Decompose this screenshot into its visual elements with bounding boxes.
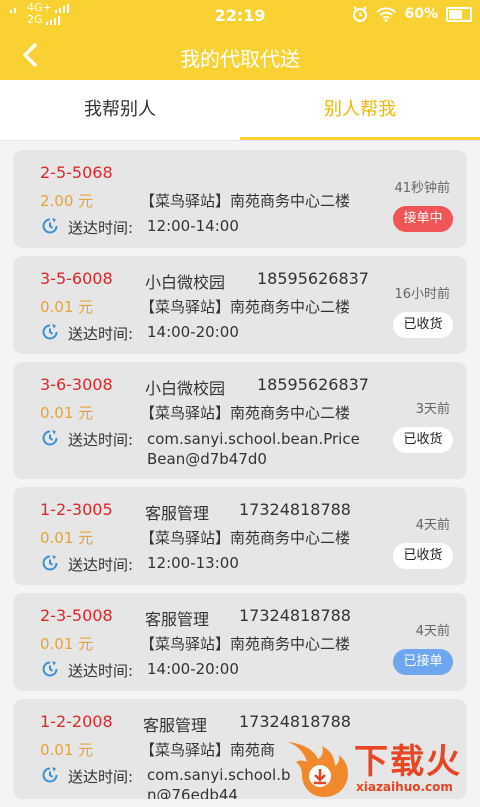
app-bar: 我的代取代送	[0, 30, 480, 80]
delivery-time-continued: n@76edb44	[147, 786, 238, 799]
tab-help-others[interactable]: 我帮别人	[0, 80, 240, 140]
delivery-time: com.sanyi.school.bean.PriceBean@d7b47d0	[147, 430, 360, 468]
recipient-name: 客服管理	[145, 504, 210, 523]
delivery-time-label: 送达时间:	[68, 219, 134, 237]
delivery-time-label: 送达时间:	[68, 768, 134, 786]
delivery-time: com.sanyi.school.b	[147, 766, 291, 784]
order-price: 0.01 元	[40, 635, 94, 653]
delivery-time-label: 送达时间:	[68, 431, 134, 449]
order-price: 0.01 元	[40, 298, 94, 316]
time-ago: 3天前	[415, 402, 450, 417]
alarm-icon	[353, 6, 368, 22]
order-card[interactable]: 2-5-5068 2.00 元 【菜鸟驿站】南苑商务中心二楼 送达时间: 12:…	[13, 150, 467, 248]
wifi-icon	[376, 6, 397, 22]
recipient-name: 小白微校园	[145, 379, 226, 398]
delivery-time-label: 送达时间:	[68, 325, 134, 343]
recipient-phone: 17324818788	[239, 712, 351, 731]
clock-icon	[42, 661, 58, 677]
clock-icon	[42, 555, 58, 571]
recipient-name: 客服管理	[143, 716, 208, 735]
order-list: 2-5-5068 2.00 元 【菜鸟驿站】南苑商务中心二楼 送达时间: 12:…	[13, 150, 467, 807]
status-badge: 已收货	[393, 543, 453, 569]
status-badge: 已接单	[393, 649, 453, 675]
clock-icon	[42, 218, 58, 234]
clock-icon	[42, 430, 58, 446]
order-card[interactable]: 1-2-3005 客服管理 17324818788 0.01 元 【菜鸟驿站】南…	[13, 487, 467, 585]
recipient-name: 小白微校园	[145, 273, 226, 292]
order-card[interactable]: 3-6-3008 小白微校园 18595626837 0.01 元 【菜鸟驿站】…	[13, 362, 467, 479]
clock-icon	[42, 324, 58, 340]
recipient-name: 客服管理	[145, 610, 210, 629]
order-price: 0.01 元	[40, 741, 94, 759]
status-badge: 已收货	[393, 427, 453, 453]
recipient-phone: 18595626837	[257, 269, 369, 288]
pickup-station: 【菜鸟驿站】南苑商务中心二楼	[140, 192, 351, 210]
pickup-station: 【菜鸟驿站】南苑商务中心二楼	[140, 298, 351, 316]
time-ago: 41秒钟前	[394, 181, 450, 196]
pickup-station: 【菜鸟驿站】南苑商务中心二楼	[140, 529, 351, 547]
status-badge: 已收货	[393, 312, 453, 338]
battery-icon	[446, 6, 472, 22]
order-card[interactable]: 2-3-5008 客服管理 17324818788 0.01 元 【菜鸟驿站】南…	[13, 593, 467, 691]
time-ago: 16小时前	[394, 287, 450, 302]
watermark: 下载火 xiazaihuo.com	[280, 730, 480, 800]
delivery-time: 14:00-20:00	[147, 323, 239, 341]
order-code: 2-3-5008	[40, 606, 113, 625]
order-code: 2-5-5068	[40, 163, 113, 182]
order-code: 3-6-3008	[40, 375, 113, 394]
status-badge: 接单中	[393, 206, 453, 232]
battery-percent: 60%	[404, 6, 438, 22]
flame-logo-icon	[288, 742, 348, 797]
pickup-station: 【菜鸟驿站】南苑商务中心二楼	[140, 404, 351, 422]
recipient-phone: 17324818788	[239, 500, 351, 519]
order-code: 1-2-2008	[40, 712, 113, 731]
delivery-time: 12:00-14:00	[147, 217, 239, 235]
order-price: 2.00 元	[40, 192, 94, 210]
page-title: 我的代取代送	[180, 47, 300, 71]
order-code: 1-2-3005	[40, 500, 113, 519]
delivery-time-label: 送达时间:	[68, 556, 134, 574]
delivery-time: 12:00-13:00	[147, 554, 239, 572]
tab-others-help-me[interactable]: 别人帮我	[240, 80, 480, 140]
time-ago: 4天前	[415, 624, 450, 639]
clock-icon	[42, 767, 58, 783]
active-tab-indicator	[240, 137, 480, 140]
status-bar: 4G+ 2G 22:19 60%	[0, 0, 480, 30]
watermark-text: 下载火	[354, 742, 462, 782]
recipient-phone: 18595626837	[257, 375, 369, 394]
order-card[interactable]: 3-5-6008 小白微校园 18595626837 0.01 元 【菜鸟驿站】…	[13, 256, 467, 354]
order-code: 3-5-6008	[40, 269, 113, 288]
recipient-phone: 17324818788	[239, 606, 351, 625]
pickup-station: 【菜鸟驿站】南苑商务中心二楼	[140, 635, 351, 653]
delivery-time-label: 送达时间:	[68, 662, 134, 680]
watermark-url: xiazaihuo.com	[356, 780, 453, 794]
order-price: 0.01 元	[40, 404, 94, 422]
order-price: 0.01 元	[40, 529, 94, 547]
tab-bar: 我帮别人 别人帮我	[0, 80, 480, 141]
delivery-time: 14:00-20:00	[147, 660, 239, 678]
time-ago: 4天前	[415, 518, 450, 533]
pickup-station: 【菜鸟驿站】南苑商	[140, 741, 276, 759]
